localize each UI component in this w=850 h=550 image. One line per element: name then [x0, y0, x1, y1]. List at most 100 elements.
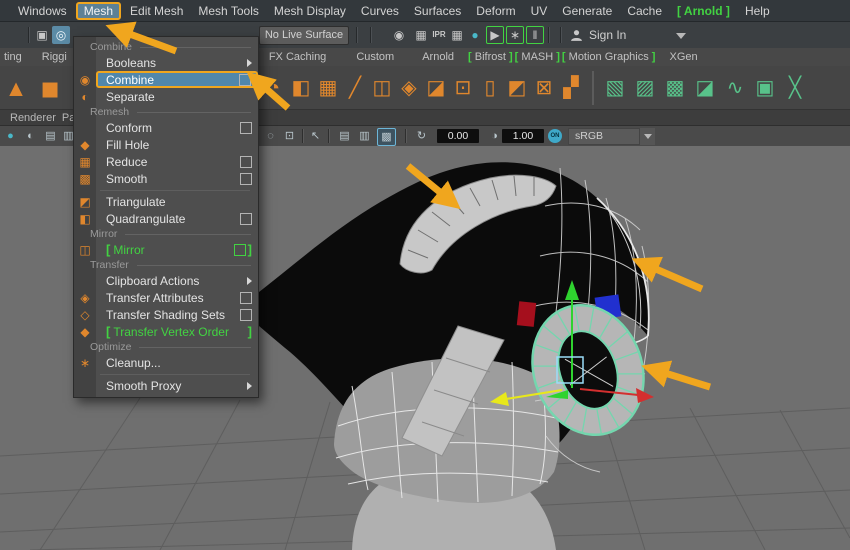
poly-pyramid-icon[interactable]: ▲ — [2, 72, 30, 104]
option-box[interactable] — [240, 155, 252, 168]
exposure-field[interactable]: 0.00 — [437, 129, 479, 143]
menu-item-combine[interactable]: ◉ Combine — [74, 71, 258, 88]
shelf-tab-mash[interactable]: [ MASH ] — [515, 51, 560, 63]
menu-curves[interactable]: Curves — [355, 3, 405, 19]
shelf-tab-custom[interactable]: Custom — [356, 51, 394, 63]
menu-surfaces[interactable]: Surfaces — [408, 3, 467, 19]
selection-mask-icon[interactable]: ▣ — [33, 26, 51, 44]
render-view-icon[interactable]: ● — [466, 26, 484, 44]
poly-grid-icon[interactable]: ▦ — [316, 72, 340, 104]
option-box[interactable] — [240, 308, 252, 321]
nurbs-plane-icon[interactable]: ▧ — [602, 72, 628, 104]
menu-item-separate[interactable]: ◐ Separate — [74, 88, 258, 105]
render-settings-icon[interactable]: ▦ — [448, 26, 466, 44]
refresh-icon[interactable]: ↻ — [413, 128, 430, 144]
menu-mesh[interactable]: Mesh — [75, 1, 122, 20]
cube-shaded-icon[interactable]: ◪ — [424, 72, 448, 104]
poly-cylinder2-icon[interactable]: ◫ — [370, 72, 394, 104]
ipr-render-icon[interactable]: IPR — [430, 26, 448, 44]
shelf-tab-arnold[interactable]: Arnold — [422, 51, 454, 63]
divider[interactable] — [560, 27, 562, 43]
option-box[interactable] — [239, 73, 251, 86]
menu-item-transfer-attributes[interactable]: ◈ Transfer Attributes — [74, 289, 258, 306]
shelf-tab-xgen[interactable]: XGen — [669, 51, 697, 63]
option-box[interactable] — [240, 121, 252, 134]
menu-item-conform[interactable]: Conform — [74, 119, 258, 136]
menu-item-clipboard-actions[interactable]: Clipboard Actions — [74, 272, 258, 289]
menu-item-quadrangulate[interactable]: ◧ Quadrangulate — [74, 210, 258, 227]
select-cube-icon[interactable]: ⊡ — [451, 72, 475, 104]
face-split-icon[interactable]: ◩ — [505, 72, 529, 104]
panel-menu-renderer[interactable]: Renderer — [10, 112, 56, 124]
menu-deform[interactable]: Deform — [470, 3, 521, 19]
gamma-icon[interactable]: ◑ — [486, 128, 503, 144]
colorspace-enabled-icon[interactable]: ON — [548, 129, 562, 143]
poly-cylinder-icon[interactable]: ◼ — [36, 72, 64, 104]
plane-diamond-icon[interactable]: ◈ — [397, 72, 421, 104]
menu-mesh-tools[interactable]: Mesh Tools — [192, 3, 264, 19]
wireframe-icon[interactable]: ▤ — [336, 128, 353, 144]
render-sequence-icon[interactable]: ▶ — [486, 26, 504, 44]
shelf-tab-bifrost[interactable]: [ Bifrost ] — [468, 51, 513, 63]
sign-in-button[interactable]: Sign In — [570, 26, 626, 44]
uv-checker-icon[interactable]: ▣ — [752, 72, 778, 104]
quad-draw-icon[interactable]: ▞ — [559, 72, 583, 104]
menu-generate[interactable]: Generate — [556, 3, 618, 19]
option-box[interactable] — [240, 172, 252, 185]
menu-uv[interactable]: UV — [525, 3, 554, 19]
eye-icon[interactable]: ◉ — [390, 26, 408, 44]
divider[interactable] — [356, 27, 358, 43]
shelf-tab-riggi[interactable]: Riggi — [42, 51, 67, 63]
ao-icon[interactable]: ▤ — [42, 128, 59, 144]
colorspace-dropdown[interactable]: sRGB gamma — [568, 128, 640, 157]
menu-item-fill-hole[interactable]: ◆ Fill Hole — [74, 136, 258, 153]
lighting-icon[interactable]: ● — [2, 128, 19, 144]
lock-camera-icon[interactable]: ⊡ — [281, 128, 298, 144]
poly-cube-icon[interactable]: ◧ — [289, 72, 313, 104]
option-box[interactable] — [233, 243, 246, 256]
menu-arnold[interactable]: [ Arnold ] — [671, 3, 736, 19]
menu-item-cleanup[interactable]: ∗ Cleanup... — [74, 354, 258, 371]
vertex-frame-icon[interactable]: ▯ — [478, 72, 502, 104]
shadows-icon[interactable]: ◐ — [22, 128, 39, 144]
poly-sphere-icon[interactable]: ◔ — [262, 72, 286, 104]
shelf-tab-fx-caching[interactable]: FX Caching — [269, 51, 326, 63]
menu-windows[interactable]: Windows — [12, 3, 73, 19]
nurbs-surface-icon[interactable]: ▨ — [632, 72, 658, 104]
snap-highlight-icon[interactable]: ◎ — [52, 26, 70, 44]
nurbs-curve-icon[interactable]: ∿ — [722, 72, 748, 104]
menu-item-smooth-proxy[interactable]: Smooth Proxy — [74, 377, 258, 394]
menu-item-triangulate[interactable]: ◩ Triangulate — [74, 193, 258, 210]
lattice-icon[interactable]: ⊠ — [532, 72, 556, 104]
menu-cache[interactable]: Cache — [621, 3, 668, 19]
menu-item-booleans[interactable]: Booleans — [74, 54, 258, 71]
sign-in-dropdown-arrow[interactable] — [676, 33, 686, 39]
menu-edit-mesh[interactable]: Edit Mesh — [124, 3, 189, 19]
divider[interactable] — [28, 27, 30, 43]
select-arrow-icon[interactable]: ↖ — [307, 128, 324, 144]
live-surface-field[interactable]: No Live Surface — [259, 26, 349, 45]
menu-item-transfer-shading-sets[interactable]: ◇ Transfer Shading Sets — [74, 306, 258, 323]
nurbs-patch-icon[interactable]: ▩ — [662, 72, 688, 104]
option-box[interactable] — [240, 212, 252, 225]
menu-help[interactable]: Help — [739, 3, 776, 19]
gamma-field[interactable]: 1.00 — [502, 129, 544, 143]
menu-item-mirror[interactable]: ◫ [Mirror] — [74, 241, 258, 258]
divider[interactable] — [548, 27, 550, 43]
pause-viewport-icon[interactable]: ‖ — [526, 26, 544, 44]
divider[interactable] — [370, 27, 372, 43]
option-box[interactable] — [240, 291, 252, 304]
menu-item-transfer-vertex-order[interactable]: ◆ [Transfer Vertex Order] — [74, 323, 258, 340]
textured-icon[interactable]: ▩ — [377, 128, 396, 146]
colorspace-dropdown-arrow[interactable] — [640, 128, 655, 145]
arnold-utility-icon[interactable]: ∗ — [506, 26, 524, 44]
menu-item-reduce[interactable]: ▦ Reduce — [74, 153, 258, 170]
shaded-icon[interactable]: ▥ — [356, 128, 373, 144]
panels-icon[interactable]: ▦ — [412, 26, 430, 44]
shelf-tab-motion-graphics[interactable]: [ Motion Graphics ] — [562, 51, 656, 63]
nurbs-cube-icon[interactable]: ◪ — [692, 72, 718, 104]
shelf-tab-ting[interactable]: ting — [4, 51, 22, 63]
cross-arrows-icon[interactable]: ╳ — [782, 72, 808, 104]
curve-tool-icon[interactable]: ╱ — [343, 72, 367, 104]
menu-item-smooth[interactable]: ▩ Smooth — [74, 170, 258, 187]
